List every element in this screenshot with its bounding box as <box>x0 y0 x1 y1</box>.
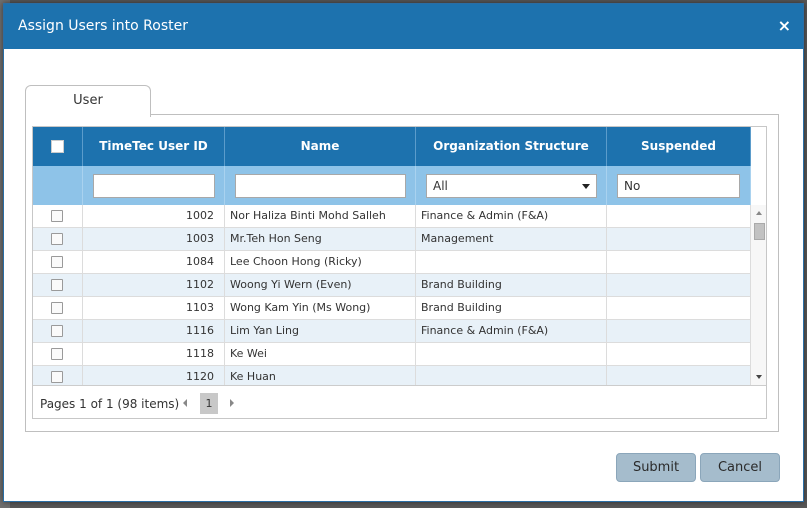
row-checkbox-cell <box>33 228 83 250</box>
users-grid: TimeTec User ID Name Organization Struct… <box>32 126 767 419</box>
column-header-name[interactable]: Name <box>225 127 416 166</box>
user-id-cell: 1102 <box>83 274 225 296</box>
select-all-checkbox[interactable] <box>51 140 64 153</box>
org-cell: Brand Building <box>416 297 607 319</box>
table-row[interactable]: 1103 Wong Kam Yin (Ms Wong) Brand Buildi… <box>33 297 751 320</box>
cancel-button[interactable]: Cancel <box>700 453 780 482</box>
row-checkbox-cell <box>33 274 83 296</box>
row-checkbox[interactable] <box>51 233 63 245</box>
filter-cell-name <box>225 166 416 205</box>
user-id-cell: 1120 <box>83 366 225 385</box>
row-checkbox-cell <box>33 297 83 319</box>
row-checkbox[interactable] <box>51 371 63 383</box>
table-row[interactable]: 1003 Mr.Teh Hon Seng Management <box>33 228 751 251</box>
dialog-header: Assign Users into Roster × <box>4 4 803 49</box>
filter-row: All No <box>33 166 751 205</box>
name-cell: Nor Haliza Binti Mohd Salleh <box>225 205 416 227</box>
pager-prev-icon[interactable] <box>183 399 187 407</box>
column-header-org-structure[interactable]: Organization Structure <box>416 127 607 166</box>
suspended-cell <box>607 297 751 319</box>
row-checkbox-cell <box>33 366 83 385</box>
suspended-cell <box>607 366 751 385</box>
scroll-thumb[interactable] <box>754 223 765 240</box>
table-row[interactable]: 1118 Ke Wei <box>33 343 751 366</box>
suspended-cell <box>607 320 751 342</box>
org-structure-filter-select[interactable]: All <box>426 174 597 198</box>
name-cell: Ke Huan <box>225 366 416 385</box>
user-id-cell: 1103 <box>83 297 225 319</box>
row-checkbox-cell <box>33 320 83 342</box>
org-cell: Finance & Admin (F&A) <box>416 320 607 342</box>
row-checkbox-cell <box>33 343 83 365</box>
name-cell: Woong Yi Wern (Even) <box>225 274 416 296</box>
pager-page-button[interactable]: 1 <box>200 393 218 414</box>
user-id-cell: 1003 <box>83 228 225 250</box>
org-cell: Brand Building <box>416 274 607 296</box>
org-cell <box>416 251 607 273</box>
table-row[interactable]: 1116 Lim Yan Ling Finance & Admin (F&A) <box>33 320 751 343</box>
row-checkbox-cell <box>33 205 83 227</box>
filter-cell-suspended: No <box>607 166 751 205</box>
suspended-cell <box>607 343 751 365</box>
row-checkbox[interactable] <box>51 210 63 222</box>
user-id-cell: 1002 <box>83 205 225 227</box>
name-cell: Lim Yan Ling <box>225 320 416 342</box>
org-cell <box>416 366 607 385</box>
pager-info: Pages 1 of 1 (98 items) <box>40 397 180 411</box>
filter-spacer <box>33 166 83 205</box>
vertical-scrollbar[interactable] <box>751 205 766 385</box>
table-row[interactable]: 1084 Lee Choon Hong (Ricky) <box>33 251 751 274</box>
user-id-cell: 1118 <box>83 343 225 365</box>
table-row[interactable]: 1120 Ke Huan <box>33 366 751 385</box>
user-id-cell: 1084 <box>83 251 225 273</box>
name-cell: Mr.Teh Hon Seng <box>225 228 416 250</box>
suspended-filter-input[interactable]: No <box>617 174 740 198</box>
user-id-cell: 1116 <box>83 320 225 342</box>
tab-user[interactable]: User <box>25 85 151 117</box>
submit-button[interactable]: Submit <box>616 453 696 482</box>
org-structure-filter-value: All <box>433 179 448 193</box>
pager-next-icon[interactable] <box>230 399 234 407</box>
close-icon[interactable]: × <box>778 17 791 35</box>
table-row[interactable]: 1002 Nor Haliza Binti Mohd Salleh Financ… <box>33 205 751 228</box>
scroll-up-arrow-icon[interactable] <box>756 211 762 215</box>
select-all-cell <box>33 127 83 166</box>
scroll-down-arrow-icon[interactable] <box>756 375 762 379</box>
chevron-down-icon <box>582 184 590 189</box>
row-checkbox[interactable] <box>51 325 63 337</box>
suspended-cell <box>607 251 751 273</box>
filter-cell-org: All <box>416 166 607 205</box>
suspended-cell <box>607 228 751 250</box>
column-header-suspended[interactable]: Suspended <box>607 127 751 166</box>
user-id-filter-input[interactable] <box>93 174 215 198</box>
dialog-title: Assign Users into Roster <box>18 18 189 34</box>
column-header-user-id[interactable]: TimeTec User ID <box>83 127 225 166</box>
org-cell: Management <box>416 228 607 250</box>
filter-cell-user-id <box>83 166 225 205</box>
suspended-cell <box>607 274 751 296</box>
name-cell: Ke Wei <box>225 343 416 365</box>
suspended-cell <box>607 205 751 227</box>
name-cell: Wong Kam Yin (Ms Wong) <box>225 297 416 319</box>
row-checkbox[interactable] <box>51 279 63 291</box>
table-row[interactable]: 1102 Woong Yi Wern (Even) Brand Building <box>33 274 751 297</box>
row-checkbox[interactable] <box>51 256 63 268</box>
grid-header-row: TimeTec User ID Name Organization Struct… <box>33 127 751 166</box>
grid-pager: Pages 1 of 1 (98 items) 1 <box>33 385 766 418</box>
row-checkbox[interactable] <box>51 348 63 360</box>
name-filter-input[interactable] <box>235 174 406 198</box>
org-cell <box>416 343 607 365</box>
row-checkbox[interactable] <box>51 302 63 314</box>
row-checkbox-cell <box>33 251 83 273</box>
name-cell: Lee Choon Hong (Ricky) <box>225 251 416 273</box>
grid-body: 1002 Nor Haliza Binti Mohd Salleh Financ… <box>33 205 751 385</box>
org-cell: Finance & Admin (F&A) <box>416 205 607 227</box>
